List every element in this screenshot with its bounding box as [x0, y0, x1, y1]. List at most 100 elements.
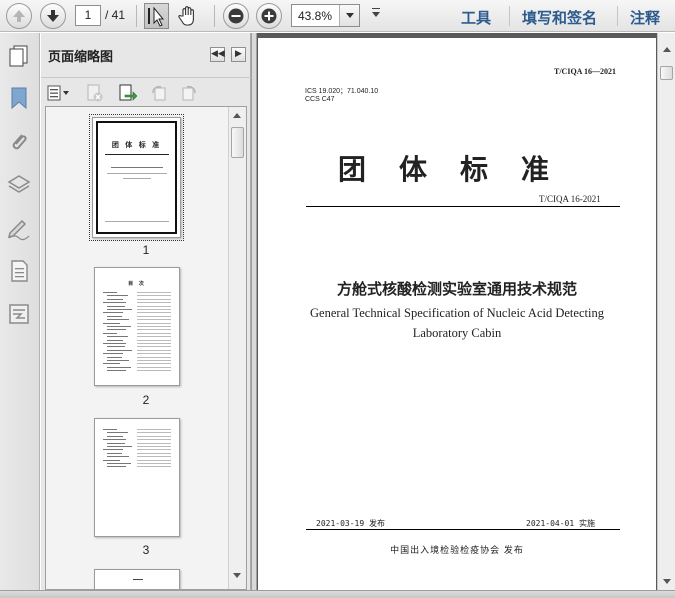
paperclip-icon: [12, 134, 27, 150]
fill-and-sign-menu[interactable]: 填写和签名: [522, 7, 597, 28]
scroll-down-arrow-icon[interactable]: [663, 579, 671, 584]
thumbnail-line: [137, 459, 171, 461]
zoom-in-button[interactable]: [256, 3, 282, 29]
thumbnail-page-label: 2: [142, 393, 150, 407]
select-tool-button[interactable]: [144, 3, 169, 29]
document-title-english-line2: Laboratory Cabin: [412, 326, 502, 340]
collapse-panel-button[interactable]: ◀◀: [210, 47, 225, 62]
chevron-right-icon: ▶: [235, 49, 242, 59]
thumbnail-line: [137, 305, 171, 307]
horizontal-scrollbar[interactable]: [0, 590, 675, 598]
thumbnail-line: [107, 456, 129, 458]
thumbnail-line: [137, 326, 171, 327]
thumbnail-line: [103, 439, 126, 441]
hand-icon: [178, 6, 194, 26]
thumbnail-line: [137, 346, 171, 348]
thumbnail-line: [123, 178, 151, 179]
zoom-out-button[interactable]: [223, 3, 249, 29]
issue-date: 2021-03-19 发布: [316, 519, 385, 528]
thumbnail-line: [137, 466, 171, 468]
header-standard-code: T/CIQA 16—2021: [554, 67, 617, 76]
thumbnail-line: [107, 360, 129, 361]
effective-date: 2021-04-01 实施: [526, 519, 595, 528]
thumbnail-line: [107, 370, 126, 372]
scroll-up-arrow-icon[interactable]: [663, 47, 671, 52]
thumbnail-line: [107, 432, 128, 434]
tags-rail-button[interactable]: [6, 301, 32, 327]
thumbnail-line: [137, 298, 171, 300]
extract-pages-button[interactable]: [117, 83, 138, 103]
scrollbar-thumb[interactable]: [231, 127, 244, 158]
standard-type-heading: 团体标准: [338, 153, 583, 186]
scroll-up-arrow-icon[interactable]: [233, 113, 241, 118]
panel-title: 页面缩略图: [48, 50, 114, 65]
thumbnail-line: [103, 312, 123, 314]
thumbnail-line: [137, 319, 171, 321]
next-page-button[interactable]: [40, 3, 66, 29]
thumbnail-line: [103, 459, 120, 461]
thumbnail-line: [107, 319, 129, 321]
zoom-level-select[interactable]: 43.8%: [291, 4, 360, 27]
thumbnail-line: [103, 292, 117, 293]
thumbnail-line: [137, 360, 171, 361]
bookmark-icon: [11, 87, 27, 110]
thumbnail-line: [137, 363, 171, 365]
zoom-level-value: 43.8%: [298, 9, 333, 23]
thumbnail-line: [137, 366, 171, 368]
thumbnail-scrollbar[interactable]: [228, 107, 246, 589]
delete-pages-button[interactable]: [85, 83, 105, 103]
main-toolbar: 1 / 41 43.8% 工具 填写和签名 注释: [0, 0, 675, 32]
scroll-down-arrow-icon[interactable]: [233, 573, 241, 578]
page-thumbnail[interactable]: 目 次: [94, 267, 180, 386]
thumbnail-options-button[interactable]: [46, 83, 72, 103]
tools-menu[interactable]: 工具: [461, 7, 491, 28]
attachments-rail-button[interactable]: [6, 129, 32, 155]
rotate-counterclockwise-button[interactable]: [149, 83, 169, 103]
content-rail-button[interactable]: [6, 258, 32, 284]
document-scrollbar[interactable]: [657, 33, 675, 590]
delete-page-icon: [87, 84, 103, 102]
minus-icon: [228, 8, 244, 24]
thumbnail-page-label: 3: [142, 543, 150, 557]
thumbnail-line: [137, 339, 171, 341]
page-thumbnail[interactable]: [94, 418, 180, 537]
document-page: T/CIQA 16—2021 ICS 19.020；71.040.10 CCS …: [258, 38, 656, 590]
thumbnail-line: [103, 302, 126, 304]
thumbnail-line: [137, 309, 171, 310]
rotate-clockwise-button[interactable]: [179, 83, 199, 103]
page-thumbnail[interactable]: [94, 569, 180, 589]
panel-header: 页面缩略图 ◀◀ ▶: [41, 33, 251, 77]
thumbnail-line: [107, 366, 131, 368]
page-thumbnail[interactable]: 团 体 标 准: [89, 114, 184, 241]
thumbnail-line: [103, 449, 123, 451]
plus-icon: [261, 8, 277, 24]
arrow-down-icon: [47, 10, 59, 22]
panel-options-button[interactable]: ▶: [231, 47, 246, 62]
thumbnail-mini-title: 团 体 标 准: [111, 140, 162, 149]
panel-splitter[interactable]: [251, 33, 257, 590]
previous-page-button[interactable]: [6, 3, 32, 29]
rotate-left-icon: [152, 85, 166, 101]
thumbnail-line: [103, 322, 120, 324]
thumbnail-line: [103, 332, 117, 334]
layers-rail-button[interactable]: [6, 172, 32, 198]
thumbnail-line: [107, 346, 125, 348]
signatures-rail-button[interactable]: [6, 215, 32, 241]
hand-tool-button[interactable]: [176, 3, 201, 29]
page-number-input[interactable]: 1: [75, 5, 101, 26]
thumbnail-line: [137, 452, 171, 454]
navigation-rail: [0, 33, 40, 590]
comment-menu[interactable]: 注释: [630, 7, 660, 28]
bookmarks-rail-button[interactable]: [6, 85, 32, 111]
options-list-icon: [47, 85, 69, 101]
title-rule: [306, 206, 620, 207]
scrollbar-thumb[interactable]: [660, 66, 673, 80]
thumbnail-mini-title: 目 次: [128, 281, 146, 287]
toolbar-options-dropdown-icon[interactable]: [372, 8, 380, 17]
chevron-down-icon[interactable]: [339, 5, 359, 26]
thumbnail-line: [137, 439, 171, 441]
thumbnail-line: [137, 370, 171, 372]
thumbnail-line: [137, 435, 171, 437]
toolbar-divider: [136, 5, 137, 27]
thumbnail-line: [107, 173, 167, 174]
